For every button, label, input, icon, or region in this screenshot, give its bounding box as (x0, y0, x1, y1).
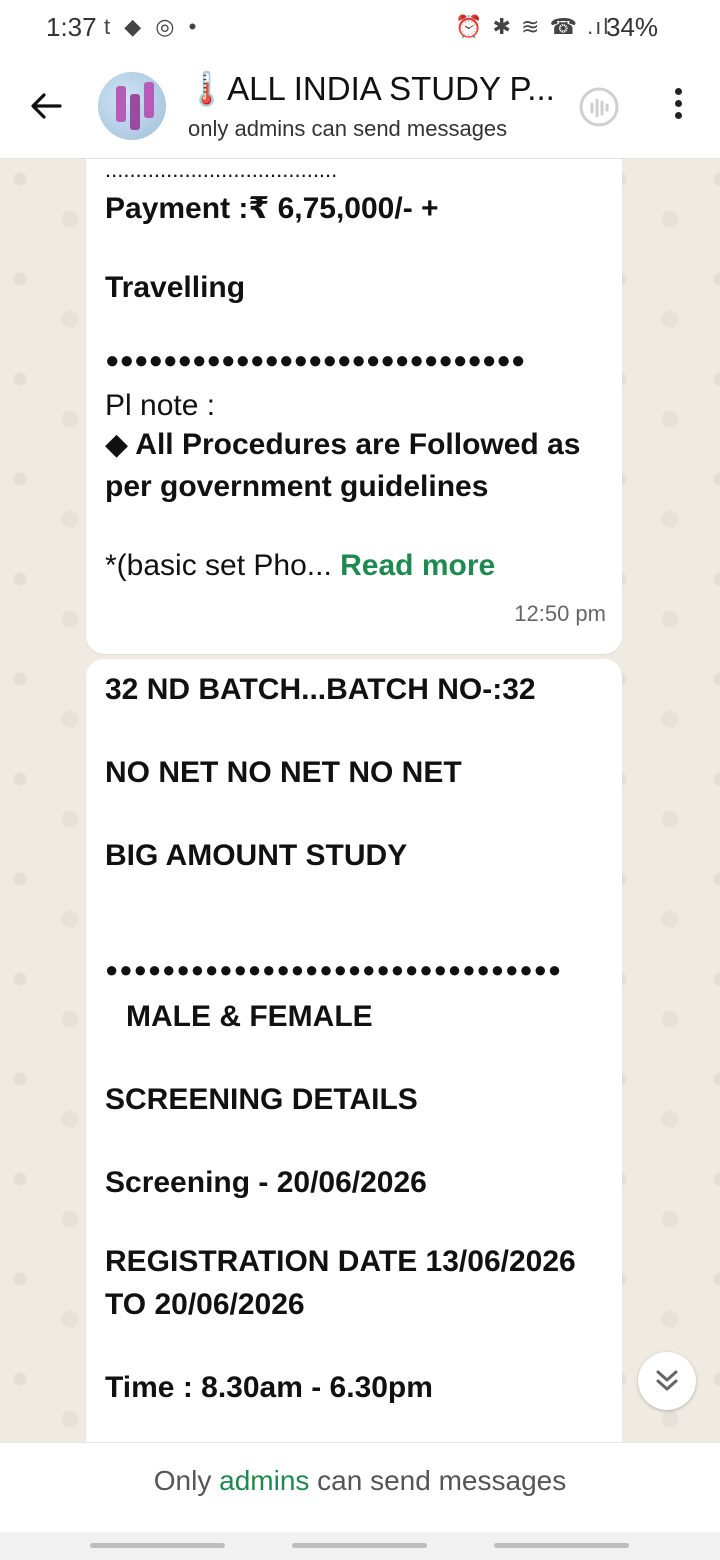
message-line: Pl note : (105, 389, 216, 422)
message-line: per government guidelines (105, 470, 489, 503)
chat-area[interactable]: ...................................... P… (0, 159, 720, 1442)
notification-icons: t ◆ ◎ • (104, 14, 201, 39)
message-line: NO NET NO NET NO NET (105, 756, 462, 789)
voice-chat-icon[interactable] (578, 86, 620, 128)
message-line: ...................................... (105, 159, 338, 182)
truncated-text: *(basic set Pho... (105, 549, 332, 582)
double-chevron-down-icon (656, 1370, 678, 1391)
read-more-link[interactable]: Read more (340, 549, 495, 582)
system-icons: ⏰ ✱ ≋ ☎ .ıl (455, 14, 611, 39)
more-options-icon[interactable] (670, 84, 686, 130)
footer-suffix: can send messages (309, 1465, 567, 1496)
nav-recents-handle[interactable] (90, 1543, 225, 1548)
message-line: MALE & FEMALE (126, 1000, 373, 1033)
system-nav-bar (0, 1532, 720, 1560)
footer-prefix: Only (153, 1465, 220, 1496)
message-line: Time : 8.30am - 6.30pm (105, 1371, 433, 1404)
message-line: Payment :₹ 6,75,000/- + (105, 192, 439, 225)
status-bar: 1:37 t ◆ ◎ • ⏰ ✱ ≋ ☎ .ıl 34% (0, 0, 720, 56)
back-arrow-icon[interactable] (28, 88, 64, 124)
footer-text: Only admins can send messages (0, 1465, 720, 1497)
message-bubble[interactable]: ...................................... P… (86, 159, 622, 654)
scroll-to-bottom-button[interactable] (638, 1352, 696, 1410)
message-timestamp: 12:50 pm (514, 601, 606, 626)
battery-level: 34% (606, 12, 659, 42)
message-line: TO 20/06/2026 (105, 1288, 305, 1321)
message-line: Screening - 20/06/2026 (105, 1166, 427, 1199)
group-title[interactable]: 🌡️ALL INDIA STUDY P... (186, 70, 566, 109)
message-line: BIG AMOUNT STUDY (105, 839, 408, 872)
chat-header: 🌡️ALL INDIA STUDY P... only admins can s… (0, 56, 720, 159)
admins-link[interactable]: admins (219, 1465, 309, 1496)
message-line: ●●●●●●●●●●●●●●●●●●●●●●●●●●●●● (105, 347, 526, 374)
message-bubble[interactable]: 32 ND BATCH...BATCH NO-:32 NO NET NO NET… (86, 659, 622, 1442)
message-line: ●●●●●●●●●●●●●●●●●●●●●●●●●●●●●●●● (105, 957, 563, 982)
group-subtitle: only admins can send messages (188, 116, 508, 141)
admins-only-footer: Only admins can send messages (0, 1442, 720, 1533)
message-line: ◆ All Procedures are Followed as (105, 428, 581, 461)
message-line: 32 ND BATCH...BATCH NO-:32 (105, 673, 536, 706)
message-line: REGISTRATION DATE 13/06/2026 (105, 1245, 576, 1278)
nav-back-handle[interactable] (494, 1543, 629, 1548)
group-avatar[interactable] (98, 72, 166, 140)
message-line: SCREENING DETAILS (105, 1083, 418, 1116)
message-line: Travelling (105, 271, 246, 304)
message-line-truncated: *(basic set Pho... Read more (105, 549, 495, 583)
nav-home-handle[interactable] (292, 1543, 427, 1548)
status-time: 1:37 (46, 12, 97, 42)
